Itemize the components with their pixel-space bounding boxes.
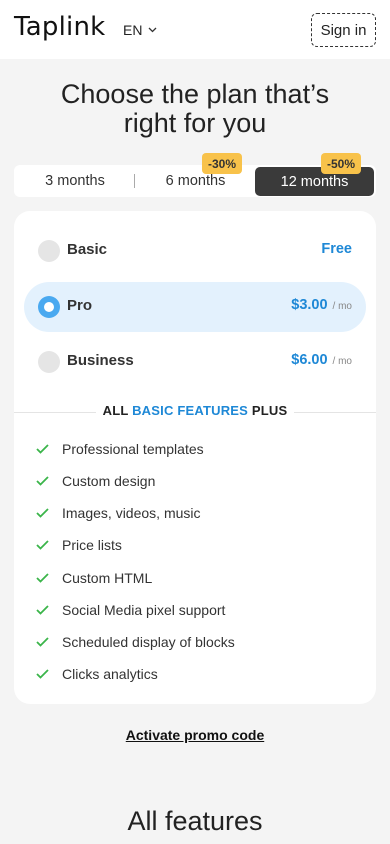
check-icon [36,476,49,486]
list-item: Professional templates [36,441,204,457]
plan-name: Business [67,352,134,369]
feature-label: Price lists [62,537,122,553]
plan-price: $3.00 / mo [291,297,352,313]
check-icon [36,540,49,550]
activate-promo-code-link[interactable]: Activate promo code [126,727,264,743]
taplink-logo[interactable]: Taplink [14,12,105,42]
promo-section: Activate promo code [0,727,390,745]
check-icon [36,508,49,518]
price-period: / mo [332,301,352,312]
features-heading-highlight: BASIC FEATURES [132,403,249,418]
check-icon [36,637,49,647]
list-item: Custom HTML [36,570,152,586]
plans-card: Basic Free Pro $3.00 / mo Business $6.00… [14,211,376,704]
language-label: EN [123,22,143,38]
list-item: Clicks analytics [36,666,158,682]
list-item: Price lists [36,537,122,553]
feature-label: Social Media pixel support [62,602,226,618]
language-selector[interactable]: EN [123,22,157,38]
all-features-heading: All features [127,806,263,836]
top-bar: Taplink EN Sign in [0,0,390,59]
plan-option-basic[interactable]: Basic Free [24,226,366,276]
list-item: Images, videos, music [36,505,201,521]
radio-button[interactable] [38,351,60,373]
feature-label: Scheduled display of blocks [62,634,235,650]
radio-button[interactable] [38,240,60,262]
price-amount: $3.00 [291,297,328,313]
page-title-line-2: right for you [123,108,267,138]
tab-divider [134,174,135,188]
feature-label: Custom HTML [62,570,153,586]
feature-label: Custom design [62,473,156,489]
plan-price: $6.00 / mo [291,352,352,368]
plan-price: Free [321,241,352,257]
plan-name: Pro [67,297,93,314]
feature-label: Images, videos, music [62,505,201,521]
check-icon [36,669,49,679]
feature-label: Clicks analytics [62,666,158,682]
list-item: Scheduled display of blocks [36,634,235,650]
price-amount: Free [321,241,352,257]
page-title-line-1: Choose the plan that’s [60,79,330,109]
radio-button-selected[interactable] [38,296,60,318]
price-period: / mo [332,356,352,367]
plan-option-pro[interactable]: Pro $3.00 / mo [24,282,366,332]
list-item: Social Media pixel support [36,602,225,618]
discount-badge-6-months: -30% [202,153,243,174]
features-heading-pre: ALL [102,403,129,418]
discount-badge-12-months: -50% [321,153,362,174]
list-item: Custom design [36,473,155,489]
features-heading-post: PLUS [251,403,288,418]
plan-option-business[interactable]: Business $6.00 / mo [24,337,366,387]
plan-name: Basic [67,241,108,258]
tab-3-months[interactable]: 3 months [14,165,136,197]
check-icon [36,605,49,615]
feature-label: Professional templates [62,441,204,457]
billing-period-tabs: 3 months 6 months 12 months -30% -50% [14,153,376,197]
sign-in-button[interactable]: Sign in [311,13,376,47]
check-icon [36,573,49,583]
chevron-down-icon [148,27,157,33]
page-title: Choose the plan that’s right for you [0,80,390,138]
price-amount: $6.00 [291,352,328,368]
features-heading: ALL BASIC FEATURES PLUS [96,403,294,421]
check-icon [36,444,49,454]
